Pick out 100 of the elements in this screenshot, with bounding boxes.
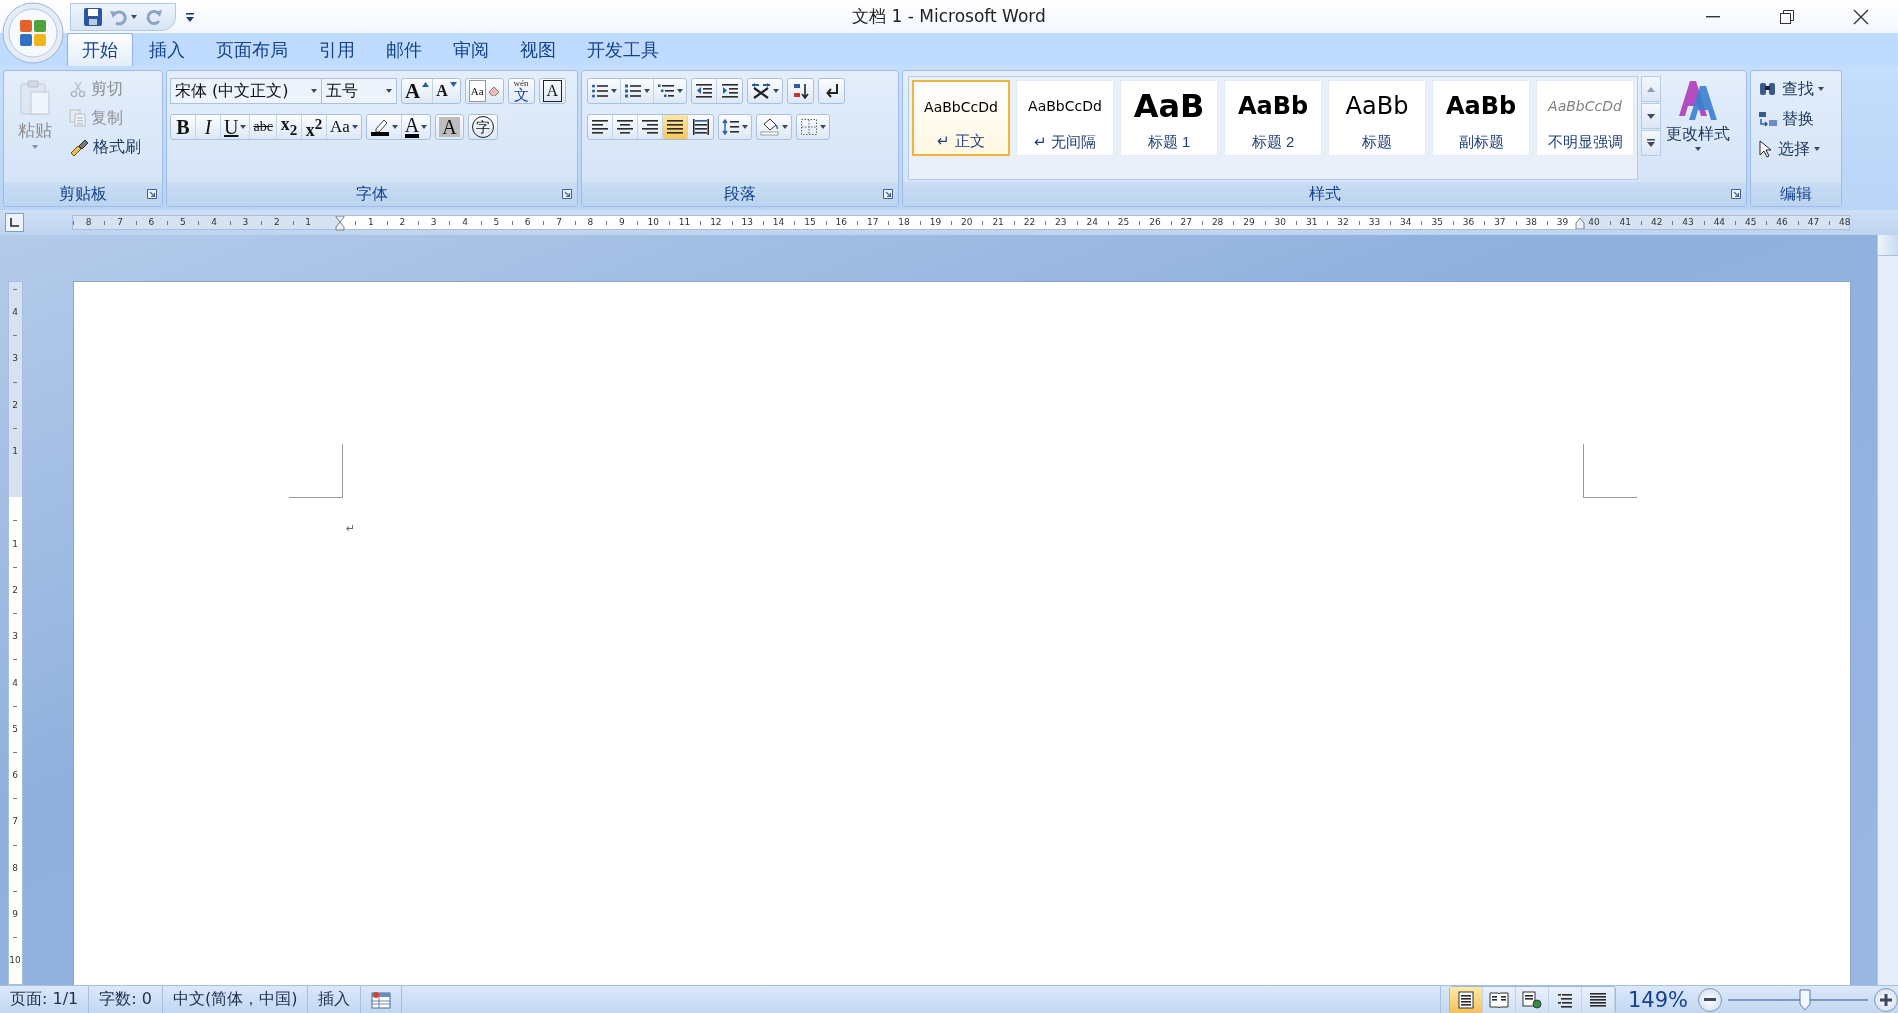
ribbon-tab[interactable]: 插入 xyxy=(134,33,200,66)
multilevel-list-icon xyxy=(657,82,675,100)
style-option[interactable]: AaBb 标题 2 xyxy=(1224,80,1322,156)
caret-icon xyxy=(240,125,247,129)
scroll-down-button[interactable] xyxy=(1641,103,1661,129)
ribbon-tab[interactable]: 开始 xyxy=(67,33,133,66)
shade-button[interactable]: A xyxy=(436,115,463,139)
sub-button[interactable]: x$_{2}$ xyxy=(276,115,302,139)
sort-icon xyxy=(791,82,810,100)
scissors-icon xyxy=(69,80,87,98)
style-option[interactable]: AaBbCcDd 不明显强调 xyxy=(1536,80,1634,156)
window-title: 文档 1 - Microsoft Word xyxy=(852,5,1046,28)
caret-icon xyxy=(1695,147,1701,151)
down-triangle-icon xyxy=(449,82,457,87)
change-styles-icon xyxy=(1676,78,1720,122)
macro-record-icon[interactable] xyxy=(371,990,392,1009)
numbered-list-icon xyxy=(624,82,642,100)
tab-stop-icon xyxy=(10,218,19,227)
ribbon-tab[interactable]: 页面布局 xyxy=(201,33,303,66)
open-book-icon xyxy=(1488,990,1509,1009)
align-center-icon xyxy=(616,118,634,136)
font-name-dropdown[interactable]: 宋体 (中文正文) xyxy=(170,78,322,104)
style-option[interactable]: AaBb 标题 xyxy=(1328,80,1426,156)
line-spacing-icon xyxy=(722,118,740,136)
find-button[interactable]: 查找 xyxy=(1756,76,1826,102)
change-styles-button[interactable]: 更改样式 xyxy=(1664,76,1732,180)
italic-button[interactable]: I xyxy=(196,115,221,139)
more-button[interactable] xyxy=(1641,130,1661,156)
grow-button[interactable]: A xyxy=(402,79,434,103)
ribbon-tab[interactable]: 视图 xyxy=(505,33,571,66)
caret-icon xyxy=(644,89,650,93)
dialog-launcher-icon[interactable] xyxy=(1731,189,1741,199)
phonetic-button[interactable]: wén 文 xyxy=(508,79,534,103)
paintbrush-icon xyxy=(69,138,89,156)
ribbon-tab[interactable]: 邮件 xyxy=(371,33,437,66)
group-label: 编辑 xyxy=(1780,183,1812,205)
zoom-level: 149% xyxy=(1627,987,1688,1012)
caret-icon xyxy=(782,125,788,129)
ribbon-tab[interactable]: 引用 xyxy=(304,33,370,66)
color-button[interactable]: A xyxy=(401,115,431,139)
replace-button[interactable]: 替换 xyxy=(1756,106,1826,132)
table-icon xyxy=(371,990,392,1009)
status-text: 中文(简体，中国) xyxy=(162,986,309,1013)
style-option[interactable]: AaB 标题 1 xyxy=(1120,80,1218,156)
font-size-dropdown[interactable]: 五号 xyxy=(321,78,397,104)
page-view-icon xyxy=(1456,990,1475,1009)
bold-button[interactable]: B xyxy=(171,115,196,139)
caret-icon xyxy=(1818,87,1824,91)
case-button[interactable]: Aa xyxy=(326,115,361,139)
tab-selector-button[interactable] xyxy=(5,213,24,232)
distribute-icon xyxy=(691,118,710,136)
scrollbar[interactable] xyxy=(1877,235,1898,985)
slider-thumb[interactable] xyxy=(1799,988,1811,1011)
sup-button[interactable]: x$^{2}$ xyxy=(301,115,327,139)
caret-icon xyxy=(311,89,317,93)
paint-bucket-icon xyxy=(760,118,780,136)
up-triangle-icon xyxy=(422,82,430,87)
style-option[interactable]: AaBb 副标题 xyxy=(1432,80,1530,156)
save-button[interactable] xyxy=(83,6,103,27)
align-right-icon xyxy=(641,118,659,136)
highlighter-pen-icon xyxy=(369,118,390,136)
vertical-ruler[interactable]: 4 3 2 1 1 2 3 4 5 6 7 8 9 10 xyxy=(7,281,23,985)
format-painter-button[interactable]: 格式刷 xyxy=(67,134,143,160)
style-option[interactable]: AaBbCcDd ↵ 无间隔 xyxy=(1016,80,1114,156)
restore-icon xyxy=(1780,9,1794,24)
status-text: 字数: 0 xyxy=(89,986,163,1013)
down-arrow-icon xyxy=(1647,113,1655,119)
group-label: 段落 xyxy=(724,183,756,205)
plus-icon xyxy=(1880,993,1892,1006)
view-button[interactable] xyxy=(1449,986,1483,1013)
clear-button[interactable]: Aa xyxy=(465,79,503,103)
replace-icon xyxy=(1758,110,1778,128)
ribbon-tab[interactable]: 开发工具 xyxy=(572,33,674,66)
increase-indent-icon xyxy=(720,82,739,100)
shrink-button[interactable]: A xyxy=(433,79,460,103)
justify-icon xyxy=(666,118,684,136)
binoculars-icon xyxy=(1758,80,1778,98)
underline-button[interactable]: U xyxy=(221,115,251,139)
page-globe-icon xyxy=(1521,990,1542,1009)
minimize-icon xyxy=(1706,15,1720,18)
borders-icon xyxy=(800,118,818,136)
justify-button[interactable] xyxy=(663,115,688,139)
caret-icon xyxy=(32,145,38,149)
corner-mark xyxy=(289,444,343,498)
dialog-launcher-icon[interactable] xyxy=(147,189,157,199)
minus-icon xyxy=(1704,997,1716,1002)
strike-button[interactable]: abc xyxy=(250,115,277,139)
cursor-arrow-icon xyxy=(1758,140,1774,158)
ribbon-tab[interactable]: 审阅 xyxy=(438,33,504,66)
dialog-launcher-icon[interactable] xyxy=(562,189,572,199)
zoom-out-button[interactable] xyxy=(1698,987,1722,1012)
thumb-icon xyxy=(1799,988,1811,1011)
zoom-in-button[interactable] xyxy=(1874,987,1898,1012)
select-button[interactable]: 选择 xyxy=(1756,136,1826,162)
status-text: 插入 xyxy=(308,986,362,1013)
more-icon xyxy=(1647,139,1655,147)
dialog-launcher-icon[interactable] xyxy=(883,189,893,199)
corner-mark xyxy=(1583,444,1637,498)
caret-icon xyxy=(351,125,358,129)
style-option[interactable]: AaBbCcDd ↵ 正文 xyxy=(912,80,1010,156)
